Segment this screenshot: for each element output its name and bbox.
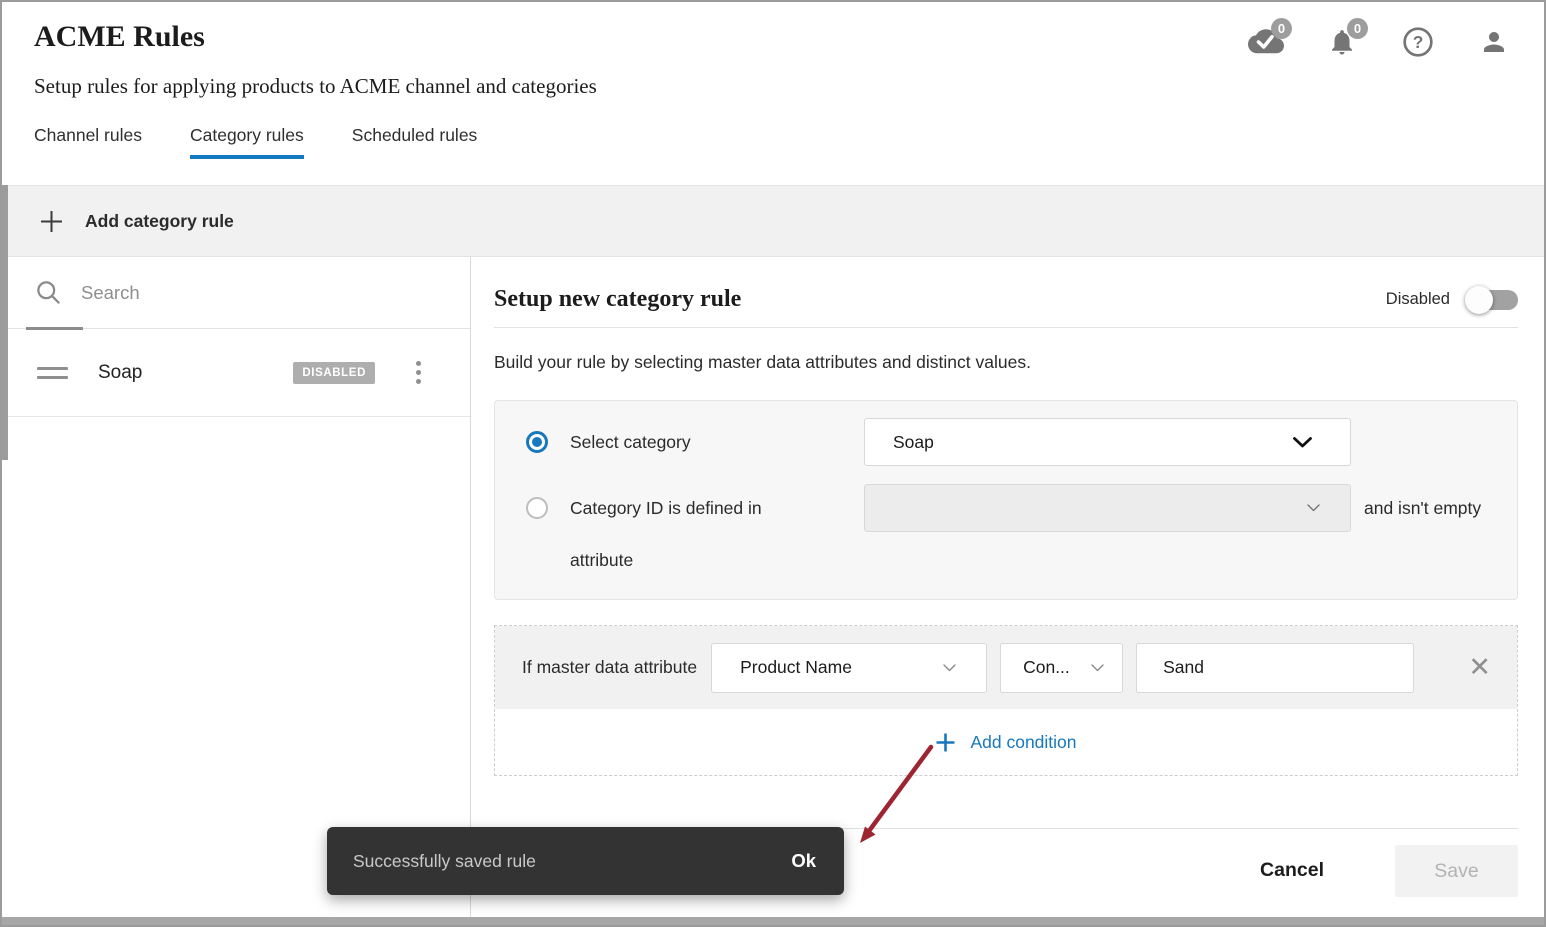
chevron-down-icon	[1293, 437, 1312, 448]
cancel-button[interactable]: Cancel	[1260, 845, 1324, 895]
remove-condition-icon[interactable]: ✕	[1466, 654, 1493, 681]
tab-bar: Channel rules Category rules Scheduled r…	[2, 125, 1544, 159]
category-selection-box: Select category Soap Category ID is defi…	[494, 400, 1518, 600]
toast-ok-button[interactable]: Ok	[791, 850, 816, 872]
isnt-empty-suffix: and isn't empty	[1364, 498, 1481, 519]
rule-description: Build your rule by selecting master data…	[494, 352, 1518, 373]
attribute-select[interactable]: Product Name	[711, 643, 987, 693]
search-input[interactable]	[81, 282, 381, 304]
plus-icon	[935, 732, 956, 753]
panel-heading-row: Setup new category rule Disabled	[494, 286, 1518, 313]
category-id-label: Category ID is defined in	[570, 498, 864, 519]
disabled-toggle-group: Disabled	[1386, 290, 1518, 310]
heading-divider	[494, 327, 1518, 328]
operator-select-value: Con...	[1023, 657, 1070, 678]
select-category-radio[interactable]	[526, 431, 548, 453]
add-condition-button[interactable]: Add condition	[495, 709, 1517, 775]
condition-row-label: If master data attribute	[522, 657, 697, 678]
rule-editor-panel: Setup new category rule Disabled Build y…	[471, 257, 1544, 925]
add-category-rule-label: Add category rule	[85, 211, 234, 232]
plus-icon	[39, 209, 64, 234]
chevron-down-icon	[943, 664, 956, 672]
rules-sidebar: Soap DISABLED	[2, 257, 471, 925]
category-id-radio[interactable]	[526, 497, 548, 519]
content-body: Soap DISABLED Setup new category rule Di…	[2, 257, 1544, 925]
page-header: ACME Rules 0 0 ?	[2, 2, 1544, 185]
category-id-row: Category ID is defined in and isn't empt…	[526, 484, 1517, 532]
tab-scheduled-rules[interactable]: Scheduled rules	[352, 125, 478, 159]
rule-list-item-soap[interactable]: Soap DISABLED	[2, 329, 470, 417]
user-icon[interactable]	[1476, 24, 1512, 60]
category-select[interactable]: Soap	[864, 418, 1351, 466]
search-icon	[35, 279, 62, 306]
sync-cloud-check-icon[interactable]: 0	[1248, 24, 1284, 60]
disabled-toggle-label: Disabled	[1386, 290, 1450, 309]
tab-category-rules[interactable]: Category rules	[190, 125, 304, 159]
kebab-menu-icon[interactable]	[412, 357, 425, 388]
select-category-row: Select category Soap	[526, 418, 1517, 466]
category-id-label-line2: attribute	[570, 550, 1517, 571]
status-badge: DISABLED	[293, 362, 375, 384]
svg-text:?: ?	[1413, 32, 1424, 52]
add-condition-label: Add condition	[970, 732, 1076, 753]
condition-row: If master data attribute Product Name Co…	[495, 626, 1517, 709]
save-button[interactable]: Save	[1395, 845, 1518, 897]
notifications-bell-icon[interactable]: 0	[1324, 24, 1360, 60]
sync-badge: 0	[1271, 18, 1292, 39]
toast-message: Successfully saved rule	[353, 851, 536, 872]
category-select-value: Soap	[893, 432, 934, 453]
toast-notification: Successfully saved rule Ok	[327, 827, 844, 895]
conditions-box: If master data attribute Product Name Co…	[494, 625, 1518, 776]
category-id-attribute-select	[864, 484, 1351, 532]
help-icon[interactable]: ?	[1400, 24, 1436, 60]
search-row	[2, 257, 470, 329]
disabled-toggle[interactable]	[1468, 290, 1518, 310]
vertical-scrollbar[interactable]	[2, 185, 8, 460]
app-window: ACME Rules 0 0 ?	[0, 0, 1546, 927]
page-subtitle: Setup rules for applying products to ACM…	[2, 54, 1544, 99]
notifications-badge: 0	[1347, 18, 1368, 39]
tab-channel-rules[interactable]: Channel rules	[34, 125, 142, 159]
condition-value-input[interactable]	[1136, 643, 1414, 693]
horizontal-scrollbar[interactable]	[2, 917, 1544, 925]
operator-select[interactable]: Con...	[1000, 643, 1123, 693]
chevron-down-icon	[1307, 504, 1320, 512]
add-category-rule-button[interactable]: Add category rule	[2, 185, 1544, 257]
drag-handle-icon[interactable]	[37, 367, 68, 379]
rule-name: Soap	[98, 362, 142, 384]
attribute-select-value: Product Name	[740, 657, 852, 678]
header-icon-bar: 0 0 ?	[1248, 24, 1512, 60]
select-category-label: Select category	[570, 432, 864, 453]
chevron-down-icon	[1091, 664, 1104, 672]
panel-title: Setup new category rule	[494, 286, 741, 313]
toggle-knob	[1465, 286, 1493, 314]
